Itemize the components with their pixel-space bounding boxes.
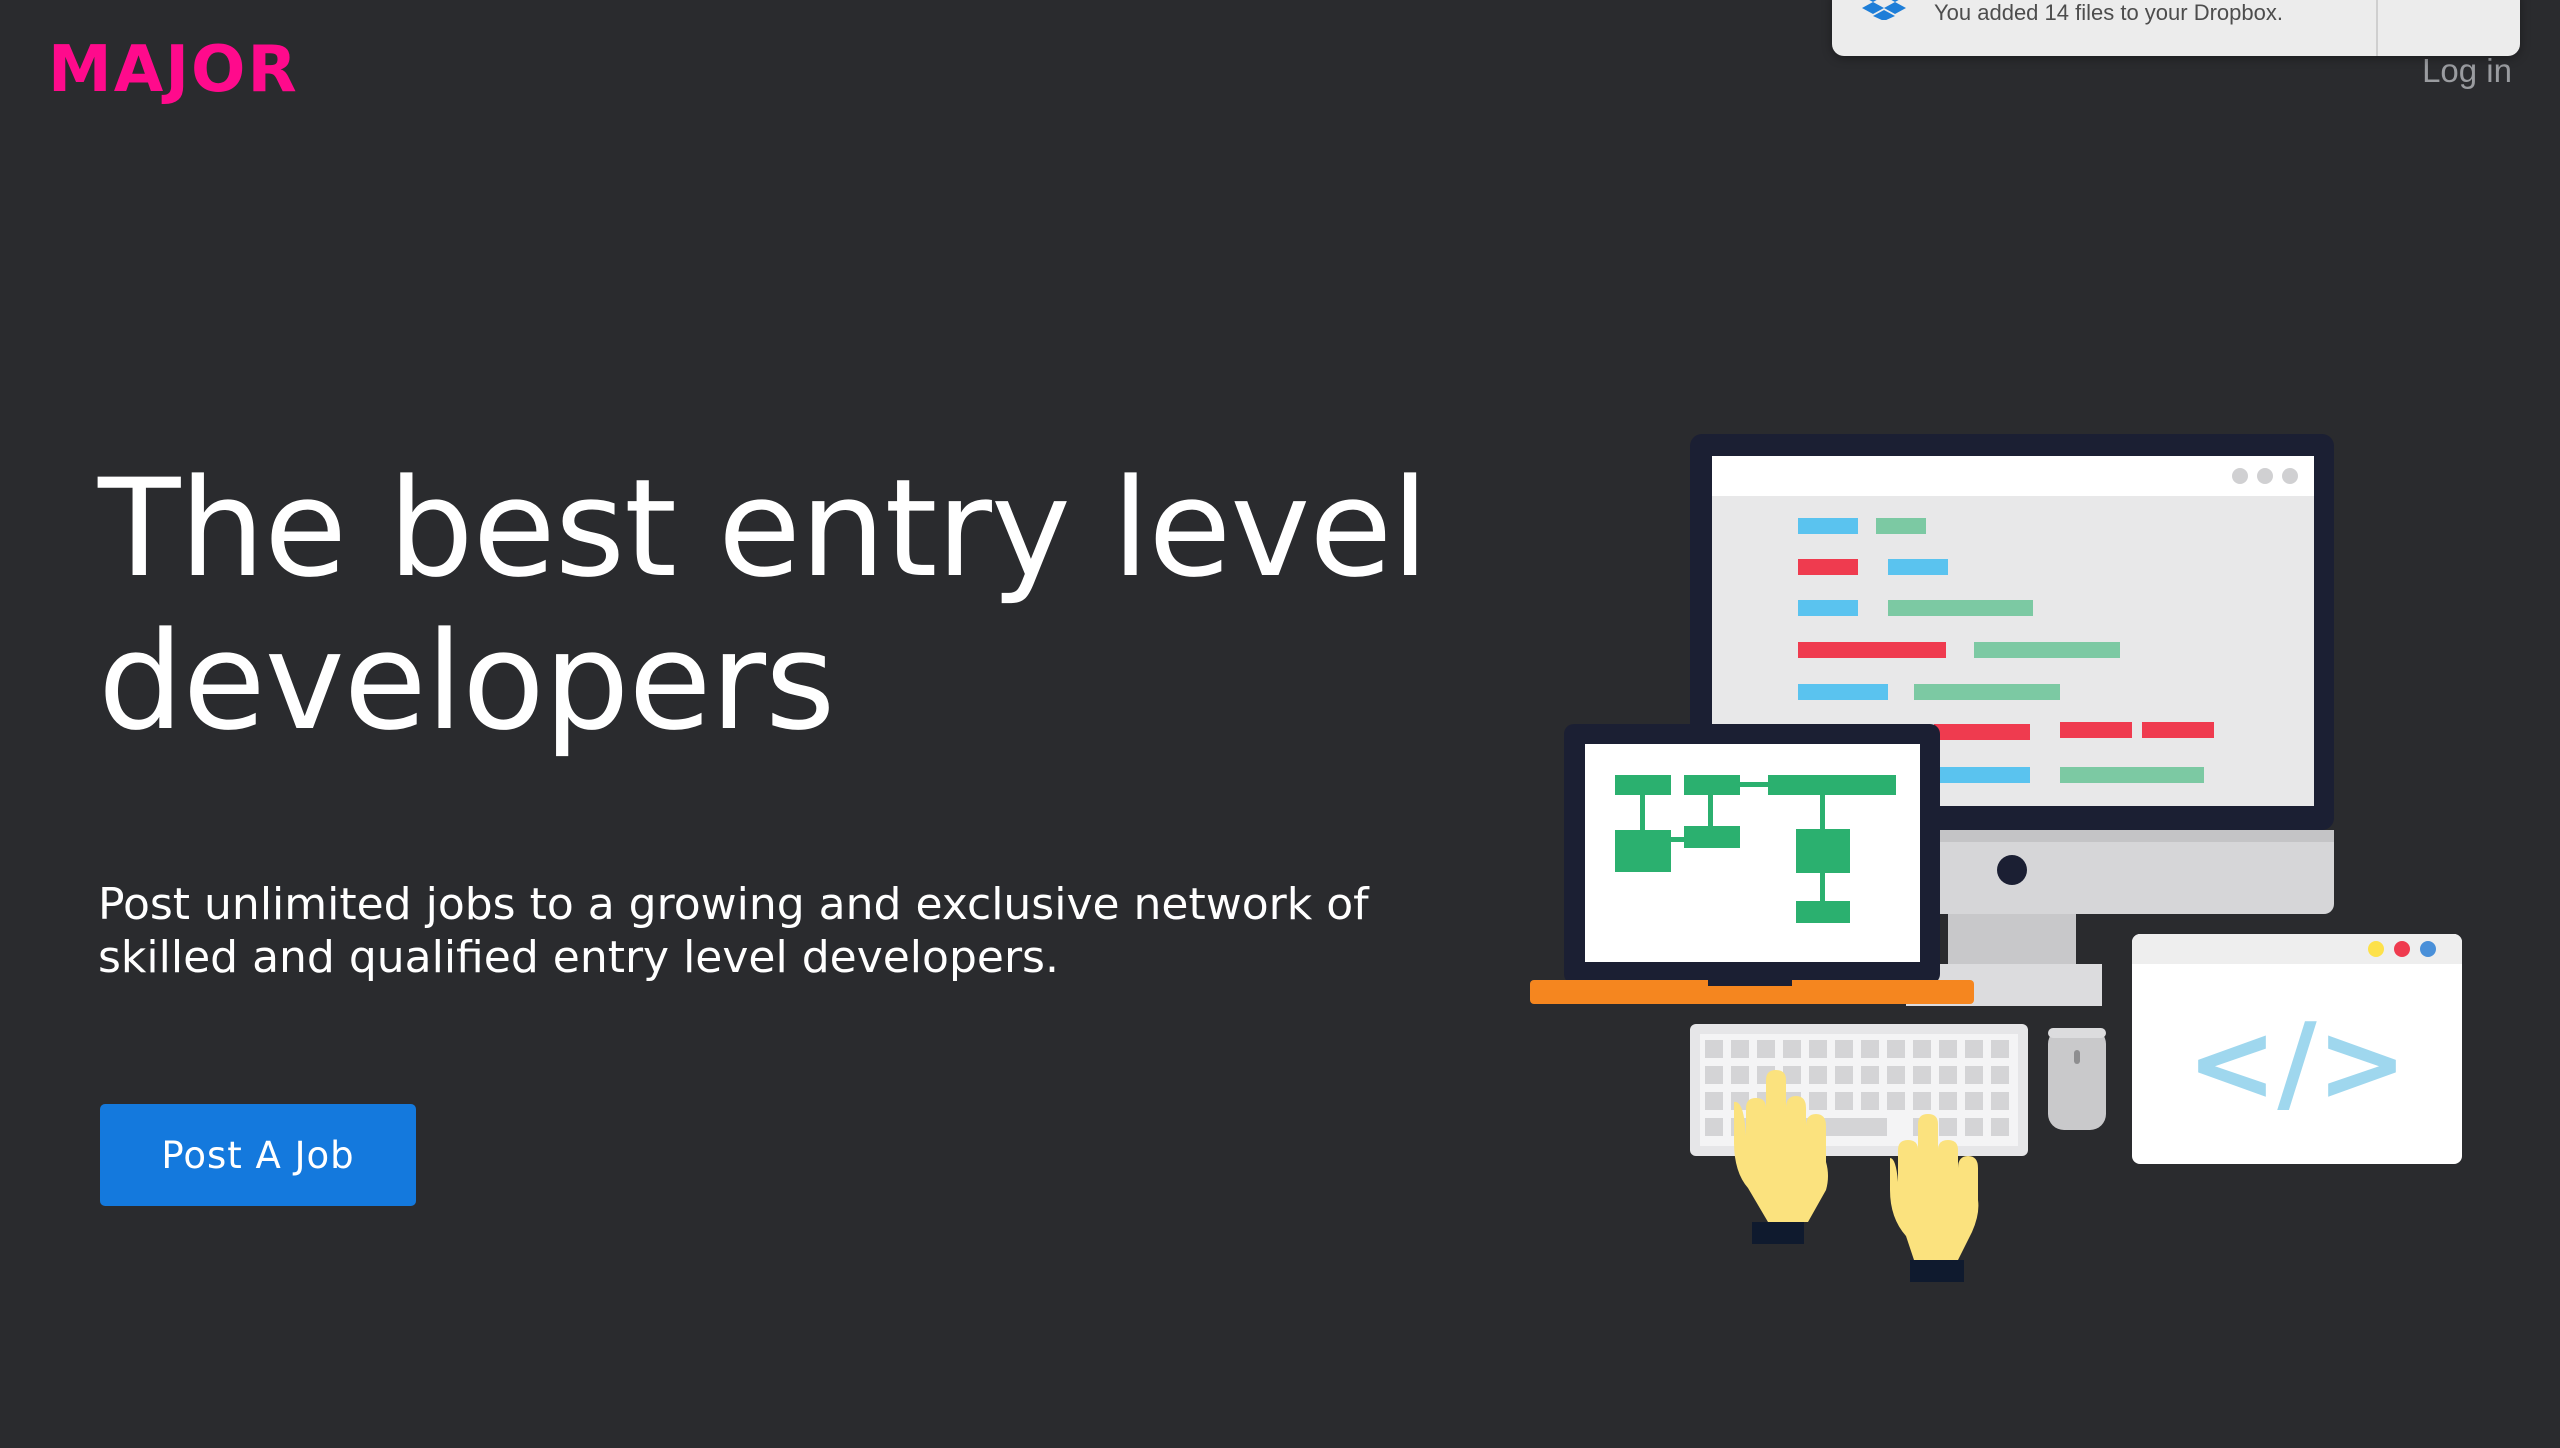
dropbox-notification: You added 14 files to your Dropbox. Clos…: [1832, 0, 2520, 56]
brand-logo[interactable]: MAJOR: [48, 30, 299, 110]
hero-subtext: Post unlimited jobs to a growing and exc…: [98, 878, 1418, 984]
code-symbol-text: </>: [2187, 1001, 2407, 1126]
dropbox-icon: [1862, 0, 1906, 20]
hero-headline: The best entry level developers: [98, 452, 1498, 758]
landing-page: MAJOR Log in You added 14 files to your …: [0, 0, 2560, 1448]
developer-workstation-illustration: </>: [1530, 434, 2462, 1282]
post-job-button[interactable]: Post A Job: [100, 1104, 416, 1206]
notification-message: You added 14 files to your Dropbox.: [1934, 0, 2283, 25]
subtext-line-2: skilled and qualified entry level develo…: [98, 932, 1059, 983]
code-window-icon: </>: [2132, 934, 2462, 1164]
headline-line-2: developers: [98, 603, 835, 760]
headline-line-1: The best entry level: [98, 450, 1429, 607]
mouse-icon: [2048, 1028, 2106, 1130]
notification-close-button[interactable]: Close: [2378, 0, 2520, 18]
laptop-icon: [1530, 724, 1974, 1004]
subtext-line-1: Post unlimited jobs to a growing and exc…: [98, 879, 1369, 930]
